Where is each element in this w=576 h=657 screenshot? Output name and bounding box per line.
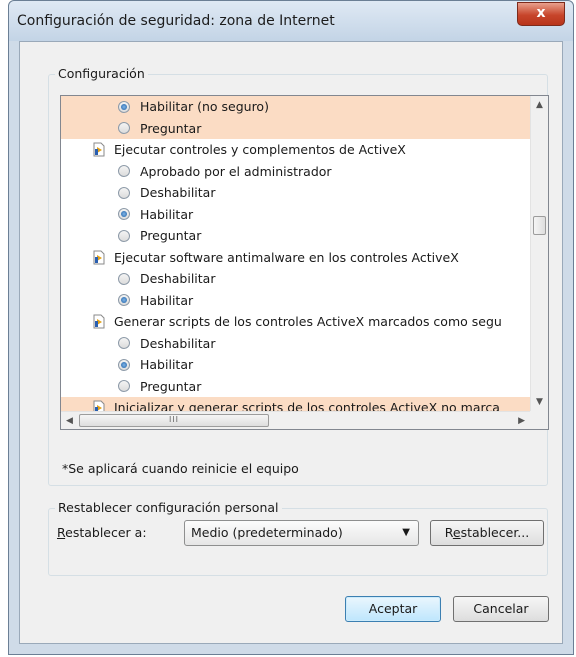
scroll-grip-icon: III <box>168 415 180 424</box>
title-bar[interactable]: Configuración de seguridad: zona de Inte… <box>9 1 573 41</box>
setting-label: Preguntar <box>140 378 202 394</box>
radio-unselected-icon[interactable] <box>118 165 130 178</box>
setting-label: Generar scripts de los controles ActiveX… <box>114 314 502 330</box>
close-button[interactable]: x <box>517 2 565 26</box>
radio-selected-icon[interactable] <box>118 208 130 221</box>
setting-label: Ejecutar controles y complementos de Act… <box>114 142 406 158</box>
settings-group-label: Configuración <box>55 66 148 81</box>
reset-to-label: Restablecer a: <box>57 525 147 540</box>
radio-unselected-icon[interactable] <box>118 186 130 199</box>
setting-page-icon <box>93 142 105 157</box>
radio-option[interactable]: Habilitar <box>61 204 530 226</box>
setting-header[interactable]: Generar scripts de los controles ActiveX… <box>61 311 530 333</box>
ok-button[interactable]: Aceptar <box>345 596 441 622</box>
vertical-scrollbar[interactable]: ▲ ▼ <box>530 96 548 411</box>
radio-unselected-icon[interactable] <box>118 380 130 393</box>
radio-option[interactable]: Habilitar <box>61 354 530 376</box>
radio-option[interactable]: Habilitar (no seguro) <box>61 96 530 118</box>
restart-note: *Se aplicará cuando reinicie el equipo <box>62 461 299 476</box>
setting-label: Habilitar (no seguro) <box>140 99 269 115</box>
chevron-down-icon: ▼ <box>402 527 410 538</box>
horizontal-scroll-thumb[interactable]: III <box>79 414 269 427</box>
radio-selected-icon[interactable] <box>118 358 130 371</box>
scroll-down-icon[interactable]: ▼ <box>536 397 543 407</box>
setting-label: Habilitar <box>140 206 194 222</box>
setting-page-icon <box>93 400 105 411</box>
scroll-up-icon[interactable]: ▲ <box>536 100 543 110</box>
setting-header[interactable]: Ejecutar controles y complementos de Act… <box>61 139 530 161</box>
vertical-scroll-thumb[interactable] <box>533 216 546 235</box>
radio-option[interactable]: Preguntar <box>61 376 530 398</box>
reset-level-value: Medio (predeterminado) <box>191 525 343 540</box>
dialog-title: Configuración de seguridad: zona de Inte… <box>17 13 335 29</box>
horizontal-scrollbar[interactable]: ◀ III ▶ <box>61 411 530 429</box>
radio-unselected-icon[interactable] <box>118 229 130 242</box>
reset-button-text-b: stablecer... <box>460 525 530 540</box>
setting-header[interactable]: Ejecutar software antimalware en los con… <box>61 247 530 269</box>
radio-unselected-icon[interactable] <box>118 122 130 135</box>
settings-list-content: Habilitar (no seguro) Preguntar Ejecutar c… <box>61 96 530 411</box>
security-settings-dialog: Configuración de seguridad: zona de Inte… <box>8 0 574 655</box>
radio-option[interactable]: Deshabilitar <box>61 268 530 290</box>
radio-selected-icon[interactable] <box>118 100 130 113</box>
radio-option[interactable]: Aprobado por el administrador <box>61 161 530 183</box>
radio-option[interactable]: Deshabilitar <box>61 333 530 355</box>
setting-label: Deshabilitar <box>140 271 216 287</box>
radio-selected-icon[interactable] <box>118 294 130 307</box>
radio-unselected-icon[interactable] <box>118 337 130 350</box>
radio-option[interactable]: Habilitar <box>61 290 530 312</box>
setting-label: Deshabilitar <box>140 185 216 201</box>
reset-button-mnemonic: e <box>452 525 461 540</box>
reset-button[interactable]: Restablecer... <box>430 520 544 546</box>
radio-unselected-icon[interactable] <box>118 272 130 285</box>
radio-option[interactable]: Deshabilitar <box>61 182 530 204</box>
setting-label: Preguntar <box>140 120 202 136</box>
scroll-right-icon[interactable]: ▶ <box>518 416 525 426</box>
scroll-left-icon[interactable]: ◀ <box>66 416 73 426</box>
setting-page-icon <box>93 314 105 329</box>
setting-label: Inicializar y generar scripts de los con… <box>114 400 500 411</box>
radio-option[interactable]: Preguntar <box>61 225 530 247</box>
setting-label: Aprobado por el administrador <box>140 163 332 179</box>
setting-label: Habilitar <box>140 292 194 308</box>
close-icon: x <box>536 5 546 21</box>
settings-list[interactable]: Habilitar (no seguro) Preguntar Ejecutar c… <box>60 95 549 430</box>
reset-level-select[interactable]: Medio (predeterminado) ▼ <box>184 520 419 546</box>
setting-header[interactable]: Inicializar y generar scripts de los con… <box>61 397 530 411</box>
setting-label: Ejecutar software antimalware en los con… <box>114 249 459 265</box>
cancel-button[interactable]: Cancelar <box>453 596 549 622</box>
scrollbar-corner <box>530 411 548 429</box>
setting-page-icon <box>93 250 105 265</box>
reset-to-label-text: establecer a: <box>65 525 147 540</box>
setting-label: Deshabilitar <box>140 335 216 351</box>
reset-to-label-mnemonic: R <box>57 525 66 540</box>
setting-label: Habilitar <box>140 357 194 373</box>
reset-button-text-a: R <box>444 525 453 540</box>
radio-option[interactable]: Preguntar <box>61 117 530 139</box>
setting-label: Preguntar <box>140 228 202 244</box>
reset-group-label: Restablecer configuración personal <box>55 500 282 515</box>
